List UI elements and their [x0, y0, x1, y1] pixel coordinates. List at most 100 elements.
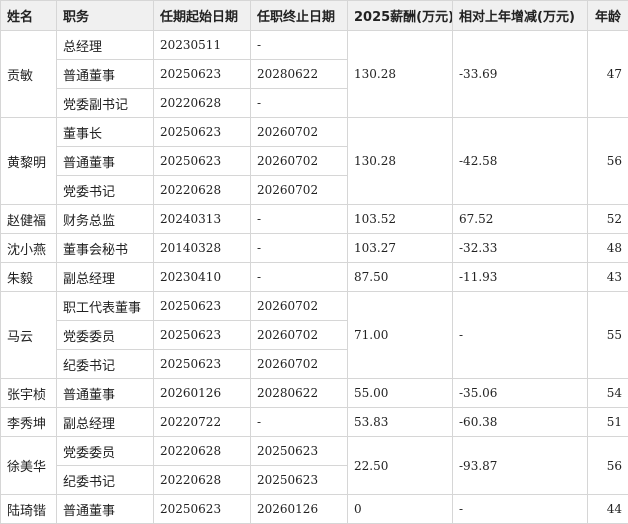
position-cell: 普通董事 [57, 60, 154, 89]
change-cell: - [453, 292, 588, 379]
position-cell: 总经理 [57, 31, 154, 60]
term-end-cell: 20260702 [251, 321, 348, 350]
term-start-cell: 20220628 [154, 89, 251, 118]
header-term-end: 任职终止日期 [251, 1, 348, 31]
person-name-cell: 朱毅 [1, 263, 57, 292]
person-name-cell: 徐美华 [1, 437, 57, 495]
age-cell: 47 [588, 31, 628, 118]
term-end-cell: - [251, 31, 348, 60]
term-end-cell: - [251, 205, 348, 234]
term-end-cell: 20280622 [251, 60, 348, 89]
person-name-cell: 沈小燕 [1, 234, 57, 263]
term-end-cell: - [251, 408, 348, 437]
salary-cell: 22.50 [348, 437, 453, 495]
term-start-cell: 20250623 [154, 292, 251, 321]
salary-cell: 103.52 [348, 205, 453, 234]
change-cell: -32.33 [453, 234, 588, 263]
term-start-cell: 20230410 [154, 263, 251, 292]
term-start-cell: 20220628 [154, 176, 251, 205]
term-start-cell: 20140328 [154, 234, 251, 263]
header-change: 相对上年增减(万元) [453, 1, 588, 31]
salary-cell: 130.28 [348, 31, 453, 118]
change-cell: -35.06 [453, 379, 588, 408]
header-term-start: 任期起始日期 [154, 1, 251, 31]
term-end-cell: 20260702 [251, 292, 348, 321]
header-age: 年龄 [588, 1, 628, 31]
salary-cell: 103.27 [348, 234, 453, 263]
position-cell: 普通董事 [57, 379, 154, 408]
term-start-cell: 20250623 [154, 321, 251, 350]
term-start-cell: 20250623 [154, 495, 251, 524]
person-name-cell: 贡敏 [1, 31, 57, 118]
term-start-cell: 20260126 [154, 379, 251, 408]
term-end-cell: 20250623 [251, 466, 348, 495]
position-cell: 董事长 [57, 118, 154, 147]
term-end-cell: 20280622 [251, 379, 348, 408]
change-cell: -11.93 [453, 263, 588, 292]
term-start-cell: 20250623 [154, 147, 251, 176]
age-cell: 48 [588, 234, 628, 263]
person-name-cell: 陆琦锴 [1, 495, 57, 524]
position-cell: 党委副书记 [57, 89, 154, 118]
salary-cell: 71.00 [348, 292, 453, 379]
table-body: 贡敏总经理20230511-130.28-33.6947普通董事20250623… [1, 31, 628, 524]
salary-cell: 0 [348, 495, 453, 524]
term-start-cell: 20220722 [154, 408, 251, 437]
header-row: 姓名 职务 任期起始日期 任职终止日期 2025薪酬(万元) 相对上年增减(万元… [1, 1, 628, 31]
term-end-cell: 20260126 [251, 495, 348, 524]
term-end-cell: 20260702 [251, 147, 348, 176]
table-row: 张宇桢普通董事202601262028062255.00-35.0654 [1, 379, 628, 408]
person-name-cell: 赵健福 [1, 205, 57, 234]
position-cell: 副总经理 [57, 263, 154, 292]
table-row: 徐美华党委委员202206282025062322.50-93.8756 [1, 437, 628, 466]
header-name: 姓名 [1, 1, 57, 31]
age-cell: 43 [588, 263, 628, 292]
position-cell: 纪委书记 [57, 466, 154, 495]
term-start-cell: 20250623 [154, 60, 251, 89]
term-end-cell: 20260702 [251, 118, 348, 147]
salary-cell: 87.50 [348, 263, 453, 292]
age-cell: 54 [588, 379, 628, 408]
term-end-cell: - [251, 234, 348, 263]
term-start-cell: 20220628 [154, 437, 251, 466]
header-salary: 2025薪酬(万元) [348, 1, 453, 31]
position-cell: 职工代表董事 [57, 292, 154, 321]
change-cell: -42.58 [453, 118, 588, 205]
table-row: 沈小燕董事会秘书20140328-103.27-32.3348 [1, 234, 628, 263]
table-row: 马云职工代表董事202506232026070271.00-55 [1, 292, 628, 321]
position-cell: 纪委书记 [57, 350, 154, 379]
position-cell: 党委委员 [57, 437, 154, 466]
position-cell: 董事会秘书 [57, 234, 154, 263]
age-cell: 51 [588, 408, 628, 437]
table-row: 贡敏总经理20230511-130.28-33.6947 [1, 31, 628, 60]
position-cell: 财务总监 [57, 205, 154, 234]
table-row: 李秀坤副总经理20220722-53.83-60.3851 [1, 408, 628, 437]
age-cell: 56 [588, 118, 628, 205]
person-name-cell: 黄黎明 [1, 118, 57, 205]
change-cell: -33.69 [453, 31, 588, 118]
table-row: 朱毅副总经理20230410-87.50-11.9343 [1, 263, 628, 292]
position-cell: 副总经理 [57, 408, 154, 437]
change-cell: - [453, 495, 588, 524]
person-name-cell: 张宇桢 [1, 379, 57, 408]
position-cell: 党委书记 [57, 176, 154, 205]
position-cell: 普通董事 [57, 147, 154, 176]
term-end-cell: - [251, 263, 348, 292]
salary-cell: 55.00 [348, 379, 453, 408]
change-cell: -60.38 [453, 408, 588, 437]
age-cell: 44 [588, 495, 628, 524]
header-position: 职务 [57, 1, 154, 31]
age-cell: 55 [588, 292, 628, 379]
table-row: 陆琦锴普通董事20250623202601260-44 [1, 495, 628, 524]
age-cell: 52 [588, 205, 628, 234]
term-end-cell: - [251, 89, 348, 118]
table-row: 赵健福财务总监20240313-103.5267.5252 [1, 205, 628, 234]
term-start-cell: 20240313 [154, 205, 251, 234]
change-cell: 67.52 [453, 205, 588, 234]
term-end-cell: 20260702 [251, 176, 348, 205]
term-start-cell: 20250623 [154, 118, 251, 147]
salary-cell: 130.28 [348, 118, 453, 205]
salary-cell: 53.83 [348, 408, 453, 437]
executive-compensation-table: 姓名 职务 任期起始日期 任职终止日期 2025薪酬(万元) 相对上年增减(万元… [0, 0, 628, 524]
change-cell: -93.87 [453, 437, 588, 495]
